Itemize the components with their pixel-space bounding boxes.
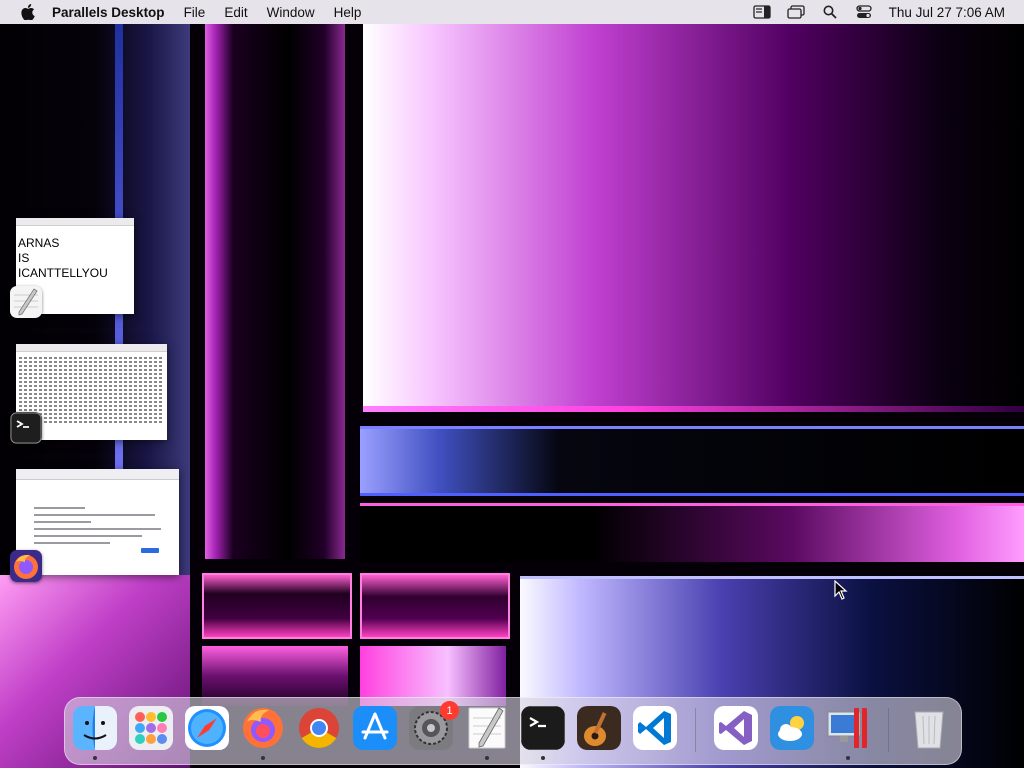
menubar-clock[interactable]: Thu Jul 27 7:06 AM [889,5,1005,20]
finder-running-indicator [93,756,97,760]
menu-edit[interactable]: Edit [224,5,247,20]
parallels-running-indicator [846,756,850,760]
browser-page-content [16,480,179,544]
window-titlebar [16,344,167,352]
safari-icon[interactable] [185,706,229,750]
browser-toolbar [16,469,179,480]
terminal-icon[interactable] [521,706,565,750]
firefox-running-indicator [261,756,265,760]
weather-icon[interactable] [770,706,814,750]
menu-app-name[interactable]: Parallels Desktop [52,5,165,20]
window-stack-icon[interactable] [785,4,807,20]
app-store-icon[interactable] [353,706,397,750]
textedit-line: ARNAS [18,236,60,250]
textedit-running-indicator [485,756,489,760]
search-icon[interactable] [819,4,841,20]
firefox-app-icon[interactable] [10,550,42,582]
menu-bar: Parallels Desktop File Edit Window Help … [0,0,1024,24]
terminal-app-icon[interactable] [10,412,42,444]
trash-icon[interactable] [907,706,951,750]
menu-file[interactable]: File [184,5,206,20]
apple-logo-icon[interactable] [18,4,38,20]
parallels-desktop-icon[interactable] [826,706,870,750]
textedit-line: ICANTTELLYOU [18,266,108,280]
terminal-running-indicator [541,756,545,760]
page-button [141,548,159,553]
garageband-icon[interactable] [577,706,621,750]
visual-studio-icon[interactable] [714,706,758,750]
menu-help[interactable]: Help [334,5,362,20]
menu-window[interactable]: Window [267,5,315,20]
chrome-icon[interactable] [297,706,341,750]
textedit-app-icon[interactable] [10,286,42,318]
textedit-icon[interactable] [465,706,509,750]
dock-separator [695,708,696,752]
sidebar-icon[interactable] [751,4,773,20]
dock-separator [888,708,889,752]
textedit-document-text: ARNAS IS ICANTTELLYOU [16,226,134,281]
mouse-pointer-icon [834,579,848,605]
firefox-icon[interactable] [241,706,285,750]
vscode-icon[interactable] [633,706,677,750]
launchpad-icon[interactable] [129,706,173,750]
textedit-line: IS [18,251,30,265]
notification-badge: 1 [440,701,459,720]
dock [64,697,962,765]
control-center-icon[interactable] [853,4,875,20]
window-titlebar [16,218,134,226]
finder-icon[interactable] [73,706,117,750]
